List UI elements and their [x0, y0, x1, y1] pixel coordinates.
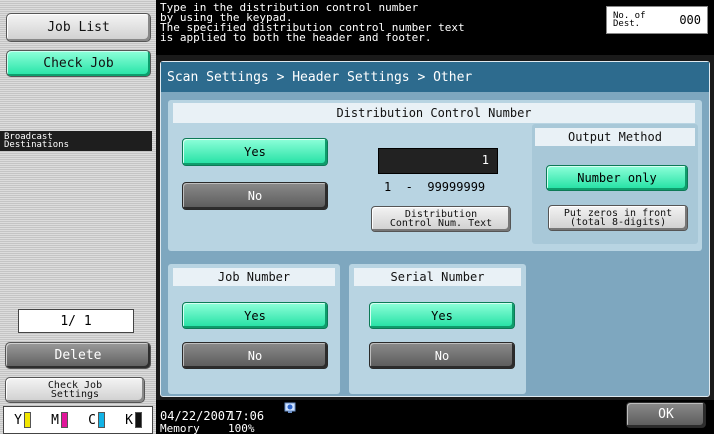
- distribution-number-range: 1 - 99999999: [384, 180, 486, 194]
- left-panel: Job List Check Job Broadcast Destination…: [0, 0, 156, 434]
- memory-value: 100%: [228, 422, 255, 434]
- check-job-settings-button[interactable]: Check Job Settings: [5, 377, 145, 403]
- toner-cyan: C: [88, 412, 105, 428]
- toner-magenta-bar: [60, 412, 68, 428]
- top-message-bar: Type in the distribution control number …: [156, 0, 714, 55]
- dest-count: 000: [679, 13, 701, 27]
- dest-label: No. of Dest.: [613, 11, 646, 29]
- network-icon: [284, 402, 296, 413]
- date-display: 04/22/2007: [160, 409, 233, 423]
- instruction-message: Type in the distribution control number …: [160, 1, 465, 44]
- put-zeros-button[interactable]: Put zeros in front (total 8-digits): [548, 205, 688, 231]
- job-list-button[interactable]: Job List: [6, 13, 151, 42]
- toner-yellow: Y: [14, 412, 31, 428]
- time-display: 17:06: [228, 409, 265, 423]
- status-bar: 04/22/2007 17:06 Memory 100% OK: [156, 400, 714, 434]
- number-only-button[interactable]: Number only: [546, 165, 688, 191]
- toner-magenta: M: [51, 412, 68, 428]
- memory-label: Memory: [160, 422, 200, 434]
- main-area: Scan Settings > Header Settings > Other …: [156, 55, 714, 400]
- job-number-title: Job Number: [173, 268, 335, 286]
- serial-number-title: Serial Number: [354, 268, 521, 286]
- output-method-section: Output Method Number only Put zeros in f…: [532, 124, 698, 244]
- serial-number-section: Serial Number Yes No: [349, 264, 526, 394]
- delete-button[interactable]: Delete: [5, 342, 151, 369]
- toner-levels: Y M C K: [3, 406, 153, 434]
- toner-yellow-bar: [23, 412, 31, 428]
- settings-panel: Scan Settings > Header Settings > Other …: [160, 61, 710, 397]
- output-method-title: Output Method: [535, 128, 695, 146]
- broadcast-destinations-label: Broadcast Destinations: [0, 131, 152, 151]
- breadcrumb: Scan Settings > Header Settings > Other: [161, 62, 709, 92]
- job-number-no-button[interactable]: No: [182, 342, 328, 369]
- distribution-control-title: Distribution Control Number: [173, 103, 695, 123]
- serial-number-no-button[interactable]: No: [369, 342, 515, 369]
- destination-count-box: No. of Dest. 000: [606, 6, 708, 34]
- job-number-yes-button[interactable]: Yes: [182, 302, 328, 329]
- distribution-control-section: Distribution Control Number Yes No 1 1 -…: [168, 100, 702, 251]
- job-number-section: Job Number Yes No: [168, 264, 340, 394]
- page-counter: 1/ 1: [18, 309, 134, 333]
- distribution-no-button[interactable]: No: [182, 182, 328, 210]
- serial-number-yes-button[interactable]: Yes: [369, 302, 515, 329]
- toner-black: K: [125, 412, 142, 428]
- distribution-number-display[interactable]: 1: [378, 148, 498, 174]
- toner-cyan-bar: [97, 412, 105, 428]
- distribution-control-text-button[interactable]: Distribution Control Num. Text: [371, 206, 511, 232]
- distribution-yes-button[interactable]: Yes: [182, 138, 328, 166]
- check-job-button[interactable]: Check Job: [6, 50, 151, 77]
- ok-button[interactable]: OK: [626, 402, 706, 428]
- toner-black-bar: [134, 412, 142, 428]
